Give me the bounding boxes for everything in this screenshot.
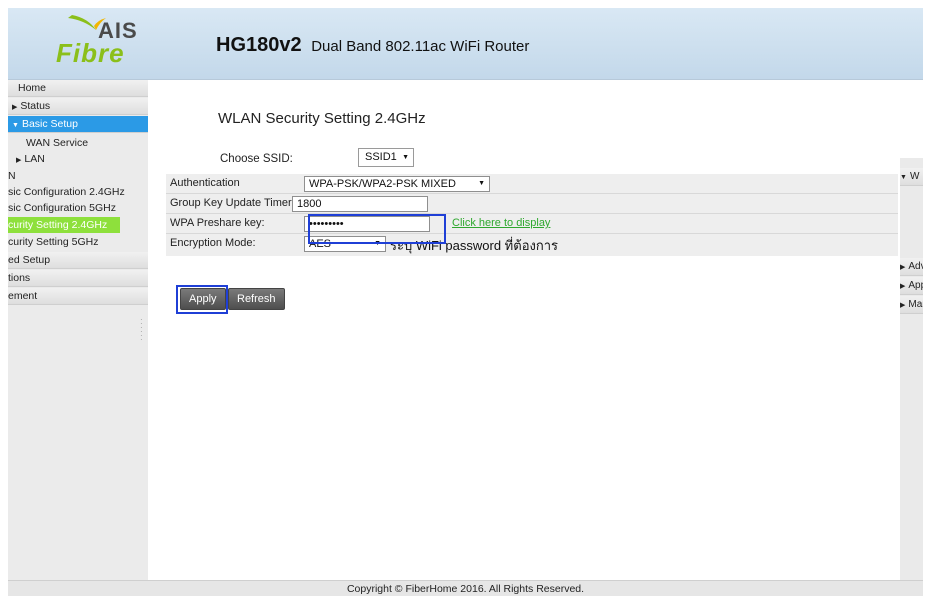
apply-button[interactable]: Apply: [180, 288, 226, 310]
right-sidebar-item-wireless[interactable]: ▼ W: [900, 168, 923, 186]
right-sidebar: ▼W ▶Adva ▶Appl ▶Mana: [900, 158, 923, 588]
ssid-label: Choose SSID:: [220, 153, 293, 165]
refresh-button[interactable]: Refresh: [228, 288, 285, 310]
header: AIS Fibre HG180v2 Dual Band 802.11ac WiF…: [8, 8, 923, 80]
resize-grip-icon[interactable]: · · · · · ·: [140, 316, 143, 344]
sidebar-item-label: curity Setting 5GHz: [8, 236, 99, 248]
sidebar-item-label: curity Setting 2.4GHz: [8, 219, 108, 231]
caret-right-icon: ▶: [12, 104, 18, 111]
group-key-row: Group Key Update Timer: 1800: [166, 194, 898, 214]
sidebar-item-label: sic Configuration 5GHz: [8, 202, 116, 214]
sidebar-item-label: N: [8, 170, 16, 182]
sidebar-item-label: Status: [20, 100, 51, 112]
ais-fibre-logo: AIS Fibre: [26, 12, 156, 72]
authentication-select[interactable]: WPA-PSK/WPA2-PSK MIXED: [304, 176, 490, 192]
right-sidebar-label: W: [909, 171, 920, 182]
sidebar-item-security-24[interactable]: curity Setting 2.4GHz: [8, 217, 120, 233]
sidebar-item-label: Home: [18, 82, 47, 94]
encryption-label: Encryption Mode:: [170, 237, 256, 249]
annotation-box-preshare: [308, 214, 446, 244]
caret-down-icon: ▼: [12, 122, 19, 129]
router-model: HG180v2: [216, 34, 302, 56]
sidebar-item-label: ement: [8, 290, 38, 302]
ssid-select[interactable]: SSID1: [358, 148, 414, 167]
preshare-key-row: WPA Preshare key: ••••••••• Click here t…: [166, 214, 898, 234]
router-title: HG180v2 Dual Band 802.11ac WiFi Router: [216, 34, 529, 57]
display-password-link[interactable]: Click here to display: [452, 217, 550, 229]
footer: Copyright © FiberHome 2016. All Rights R…: [8, 580, 923, 596]
router-description: Dual Band 802.11ac WiFi Router: [311, 38, 530, 55]
page-title: WLAN Security Setting 2.4GHz: [218, 110, 426, 127]
encryption-row: Encryption Mode: AES ระบุ WiFi password …: [166, 234, 898, 254]
authentication-label: Authentication: [170, 177, 240, 189]
sidebar-item-label: sic Configuration 2.4GHz: [8, 186, 125, 198]
caret-right-icon: ▶: [16, 157, 22, 164]
sidebar-item-label: tions: [8, 272, 31, 284]
router-admin-page: AIS Fibre HG180v2 Dual Band 802.11ac WiF…: [8, 8, 923, 596]
security-form: Authentication WPA-PSK/WPA2-PSK MIXED Gr…: [166, 174, 898, 256]
sidebar-item-label: ed Setup: [8, 254, 51, 266]
right-sidebar-label: Mana: [908, 299, 923, 310]
sidebar-item-label: WAN Service: [26, 137, 89, 149]
preshare-key-label: WPA Preshare key:: [170, 217, 265, 229]
main-content: WLAN Security Setting 2.4GHz Choose SSID…: [148, 80, 900, 580]
sidebar-item-label: LAN: [24, 153, 45, 165]
right-sidebar-label: Adva: [908, 261, 923, 272]
group-key-label: Group Key Update Timer:: [170, 197, 295, 209]
authentication-row: Authentication WPA-PSK/WPA2-PSK MIXED: [166, 174, 898, 194]
right-sidebar-label: Appl: [908, 280, 923, 291]
caret-down-icon: ▼: [900, 174, 907, 181]
right-sidebar-item-management[interactable]: ▶Mana: [900, 296, 923, 314]
right-sidebar-item-applications[interactable]: ▶Appl: [900, 277, 923, 295]
caret-right-icon: ▶: [900, 264, 906, 271]
logo-fibre-text: Fibre: [56, 38, 125, 68]
caret-right-icon: ▶: [900, 302, 906, 309]
sidebar-item-label: Basic Setup: [21, 118, 78, 130]
caret-right-icon: ▶: [900, 283, 906, 290]
group-key-input[interactable]: 1800: [292, 196, 428, 212]
right-sidebar-item-advanced[interactable]: ▶Adva: [900, 258, 923, 276]
